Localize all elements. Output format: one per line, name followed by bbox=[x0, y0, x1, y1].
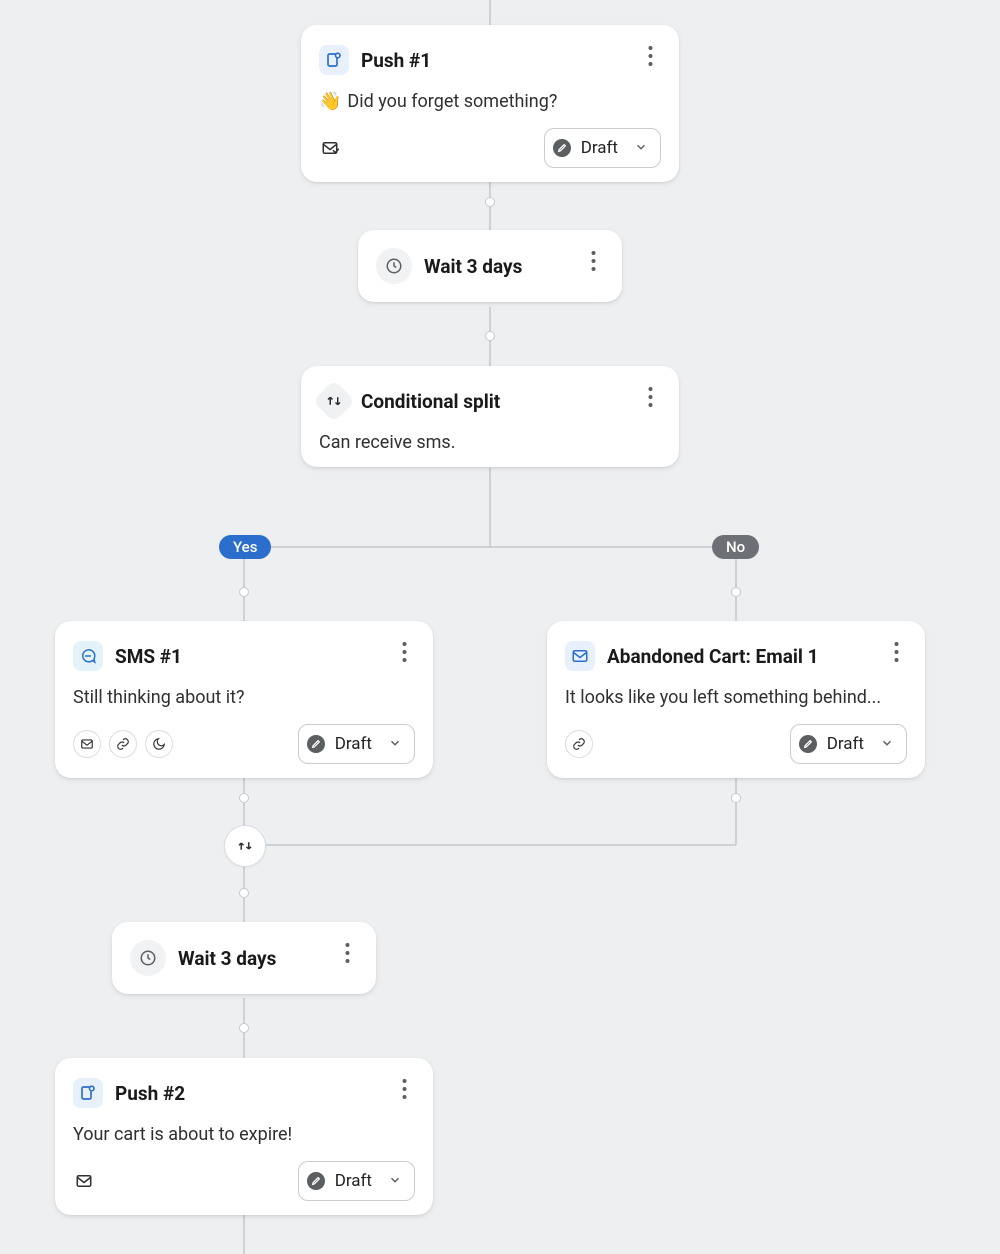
split-icon bbox=[313, 380, 355, 422]
smart-send-icon bbox=[319, 137, 341, 159]
node-body: It looks like you left something behind.… bbox=[565, 687, 907, 708]
more-menu-button[interactable] bbox=[580, 246, 606, 276]
branch-yes-pill: Yes bbox=[219, 535, 271, 559]
flow-dot bbox=[239, 888, 249, 898]
push-icon bbox=[319, 45, 349, 75]
status-label: Draft bbox=[581, 138, 618, 158]
node-sms-1[interactable]: SMS #1 Still thinking about it? Draft bbox=[55, 621, 433, 778]
node-title: Push #1 bbox=[361, 49, 431, 72]
flow-dot bbox=[485, 197, 495, 207]
email-icon bbox=[565, 641, 595, 671]
node-email-1[interactable]: Abandoned Cart: Email 1 It looks like yo… bbox=[547, 621, 925, 778]
node-title: Conditional split bbox=[361, 390, 500, 413]
smart-send-icon bbox=[73, 730, 101, 758]
flow-dot bbox=[485, 331, 495, 341]
status-label: Draft bbox=[335, 1171, 372, 1191]
status-dropdown[interactable]: Draft bbox=[790, 724, 907, 764]
more-menu-button[interactable] bbox=[883, 637, 909, 667]
node-title: Wait 3 days bbox=[424, 255, 522, 278]
flow-dot bbox=[239, 793, 249, 803]
node-title: SMS #1 bbox=[115, 645, 182, 668]
node-title: Wait 3 days bbox=[178, 947, 276, 970]
join-node[interactable] bbox=[224, 825, 266, 867]
push-icon bbox=[73, 1078, 103, 1108]
status-label: Draft bbox=[335, 734, 372, 754]
node-body: 👋Did you forget something? bbox=[319, 91, 661, 112]
sms-icon bbox=[73, 641, 103, 671]
link-tracking-icon bbox=[109, 730, 137, 758]
quiet-hours-icon bbox=[145, 730, 173, 758]
node-body: Still thinking about it? bbox=[73, 687, 415, 708]
draft-status-icon bbox=[307, 1172, 325, 1190]
link-tracking-icon bbox=[565, 730, 593, 758]
node-push-2[interactable]: Push #2 Your cart is about to expire! Dr… bbox=[55, 1058, 433, 1215]
chevron-down-icon bbox=[388, 735, 402, 754]
flow-dot bbox=[731, 793, 741, 803]
status-dropdown[interactable]: Draft bbox=[298, 1161, 415, 1201]
chevron-down-icon bbox=[634, 139, 648, 158]
status-label: Draft bbox=[827, 734, 864, 754]
draft-status-icon bbox=[307, 735, 325, 753]
more-menu-button[interactable] bbox=[391, 1074, 417, 1104]
chevron-down-icon bbox=[880, 735, 894, 754]
node-push-1[interactable]: Push #1 👋Did you forget something? Draft bbox=[301, 25, 679, 182]
clock-icon bbox=[130, 940, 166, 976]
more-menu-button[interactable] bbox=[334, 938, 360, 968]
clock-icon bbox=[376, 248, 412, 284]
branch-no-pill: No bbox=[712, 535, 759, 559]
node-wait-1[interactable]: Wait 3 days bbox=[358, 230, 622, 302]
chevron-down-icon bbox=[388, 1172, 402, 1191]
flow-dot bbox=[239, 1023, 249, 1033]
draft-status-icon bbox=[553, 139, 571, 157]
node-wait-2[interactable]: Wait 3 days bbox=[112, 922, 376, 994]
status-dropdown[interactable]: Draft bbox=[298, 724, 415, 764]
smart-send-icon bbox=[73, 1170, 95, 1192]
flow-dot bbox=[731, 587, 741, 597]
wave-emoji: 👋 bbox=[319, 91, 341, 112]
flow-dot bbox=[239, 587, 249, 597]
node-title: Abandoned Cart: Email 1 bbox=[607, 645, 819, 668]
node-body: Your cart is about to expire! bbox=[73, 1124, 415, 1145]
node-body: Can receive sms. bbox=[319, 432, 661, 453]
more-menu-button[interactable] bbox=[637, 41, 663, 71]
draft-status-icon bbox=[799, 735, 817, 753]
status-dropdown[interactable]: Draft bbox=[544, 128, 661, 168]
node-title: Push #2 bbox=[115, 1082, 185, 1105]
more-menu-button[interactable] bbox=[637, 382, 663, 412]
node-conditional-split[interactable]: Conditional split Can receive sms. bbox=[301, 366, 679, 467]
more-menu-button[interactable] bbox=[391, 637, 417, 667]
